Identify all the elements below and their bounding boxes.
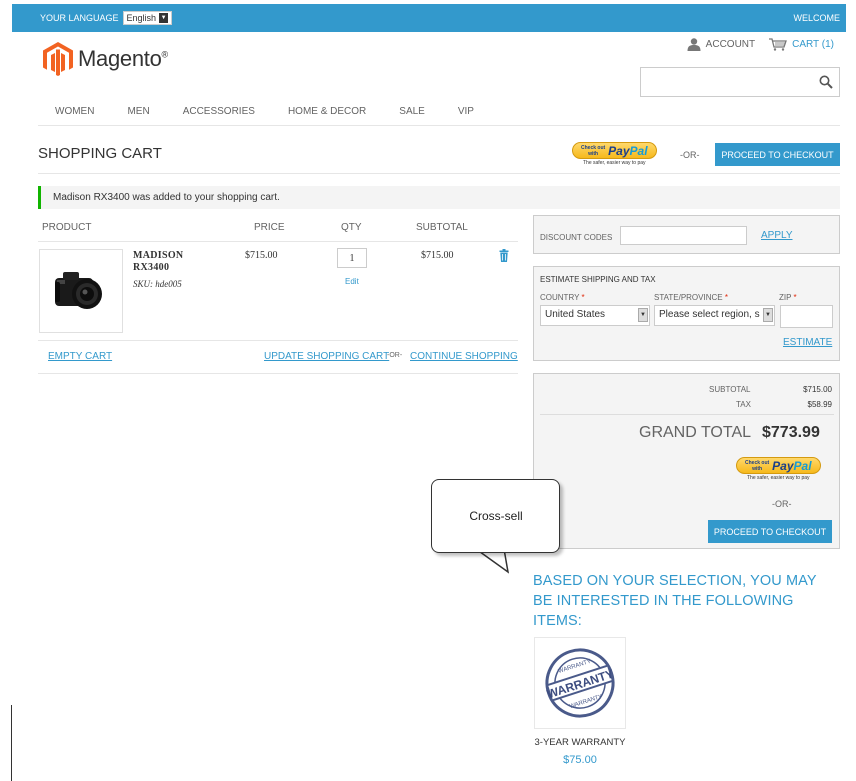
nav-item-accessories[interactable]: ACCESSORIES [183,106,255,117]
or-separator-top: -OR- [680,150,700,160]
callout-pointer-mask [476,546,512,552]
cart-icon [769,38,788,51]
product-name[interactable]: MADISON RX3400 [133,250,213,274]
main-nav: WOMEN MEN ACCESSORIES HOME & DECOR SALE … [55,106,507,117]
country-value: United States [545,309,606,320]
state-select[interactable]: Please select region, s ▼ [654,305,775,326]
column-header-price: PRICE [254,222,285,233]
paypal-wordmark: PayPal [608,143,648,158]
title-divider [38,173,840,174]
logo[interactable]: Magento® [43,42,168,76]
grand-total-value: $773.99 [762,424,820,441]
grand-total-label: GRAND TOTAL [639,424,752,441]
nav-item-sale[interactable]: SALE [399,106,425,117]
nav-item-men[interactable]: MEN [127,106,149,117]
product-price: $715.00 [245,250,278,261]
crosssell-item-name[interactable]: 3-YEAR WARRANTY [534,737,626,748]
table-header-divider [38,241,518,242]
apply-discount-button[interactable]: APPLY [761,230,793,241]
nav-item-women[interactable]: WOMEN [55,106,94,117]
cart-link[interactable]: CART (1) [769,38,834,51]
discount-label: DISCOUNT CODES [540,233,613,242]
camera-image [55,272,102,309]
cart-label: CART (1) [792,39,834,50]
paypal-small-text: Check out with [745,459,770,472]
proceed-to-checkout-button-bottom[interactable]: PROCEED TO CHECKOUT [708,520,832,543]
account-icon [687,38,701,51]
paypal-small-text: Check out with [581,144,606,157]
or-separator-actions: -OR- [387,352,403,359]
paypal-tagline: The safer, easier way to pay [583,160,646,166]
chevron-down-icon: ▼ [638,308,648,322]
column-header-qty: QTY [341,222,362,233]
column-header-subtotal: SUBTOTAL [416,222,468,233]
language-switcher: YOUR LANGUAGE English ▼ [40,11,173,25]
shipping-estimate-panel: ESTIMATE SHIPPING AND TAX COUNTRY * STAT… [533,266,840,361]
totals-panel: SUBTOTAL $715.00 TAX $58.99 GRAND TOTAL … [533,373,840,549]
welcome-message: WELCOME [793,13,840,23]
paypal-logo: Check out with PayPal [572,142,657,159]
actions-divider [38,373,518,374]
product-image[interactable] [39,249,123,333]
logo-text: Magento® [78,46,168,71]
discount-code-input[interactable] [620,226,747,245]
paypal-logo: Check out with PayPal [736,457,821,474]
product-subtotal: $715.00 [421,250,454,261]
state-label: STATE/PROVINCE * [654,293,728,302]
zip-input[interactable] [780,305,833,328]
proceed-to-checkout-button-top[interactable]: PROCEED TO CHECKOUT [715,143,840,166]
country-select[interactable]: United States ▼ [540,305,650,326]
country-label: COUNTRY * [540,293,585,302]
account-link[interactable]: ACCOUNT [687,38,755,51]
column-header-product: PRODUCT [42,222,92,233]
row-divider [38,340,518,341]
subtotal-value: $715.00 [803,385,832,394]
search-icon[interactable] [819,75,833,89]
paypal-checkout-button-bottom[interactable]: Check out with PayPal The safer, easier w… [736,457,821,481]
language-label: YOUR LANGUAGE [40,13,119,23]
nav-item-home-decor[interactable]: HOME & DECOR [288,106,366,117]
tax-label: TAX [736,400,751,409]
paypal-checkout-button-top[interactable]: Check out with PayPal The safer, easier w… [572,142,657,166]
chevron-down-icon: ▼ [763,308,773,322]
crosssell-item-price: $75.00 [563,754,597,766]
page-title: SHOPPING CART [38,145,162,162]
language-value: English [126,13,157,23]
nav-divider [38,125,840,126]
nav-item-vip[interactable]: VIP [458,106,474,117]
product-sku: SKU: hde005 [133,279,182,289]
update-cart-button[interactable]: UPDATE SHOPPING CART [264,351,389,362]
tax-value: $58.99 [807,400,832,409]
subtotal-label: SUBTOTAL [709,385,751,394]
account-label: ACCOUNT [705,39,756,50]
crosssell-item-image[interactable]: WARRANTY WARRANTY WARRANTY [534,637,626,729]
left-edge-line [11,705,12,781]
search-input[interactable] [640,67,840,97]
callout-text: Cross-sell [469,509,523,523]
zip-label: ZIP * [779,293,797,302]
paypal-wordmark: PayPal [772,458,812,473]
continue-shopping-button[interactable]: CONTINUE SHOPPING [410,351,518,362]
cross-sell-callout: Cross-sell [431,479,560,553]
totals-divider [540,414,834,415]
estimate-button[interactable]: ESTIMATE [783,337,832,348]
quantity-input[interactable]: 1 [337,248,367,268]
empty-cart-button[interactable]: EMPTY CART [48,351,112,362]
or-separator-bottom: -OR- [772,499,792,509]
header-links: ACCOUNT CART (1) [687,38,834,51]
crosssell-title: BASED ON YOUR SELECTION, YOU MAY BE INTE… [533,573,817,629]
state-value: Please select region, s [659,309,760,320]
warranty-badge-image: WARRANTY WARRANTY WARRANTY [545,648,615,718]
edit-item-link[interactable]: Edit [345,277,359,286]
language-select[interactable]: English ▼ [122,11,173,25]
success-message: Madison RX3400 was added to your shoppin… [38,186,840,209]
chevron-down-icon: ▼ [159,13,169,23]
trash-icon[interactable] [499,249,509,262]
top-bar: YOUR LANGUAGE English ▼ WELCOME [12,4,846,32]
discount-panel: DISCOUNT CODES APPLY [533,215,840,254]
magento-logo-icon [43,42,73,76]
paypal-tagline: The safer, easier way to pay [747,475,810,481]
shipping-title: ESTIMATE SHIPPING AND TAX [540,275,656,284]
